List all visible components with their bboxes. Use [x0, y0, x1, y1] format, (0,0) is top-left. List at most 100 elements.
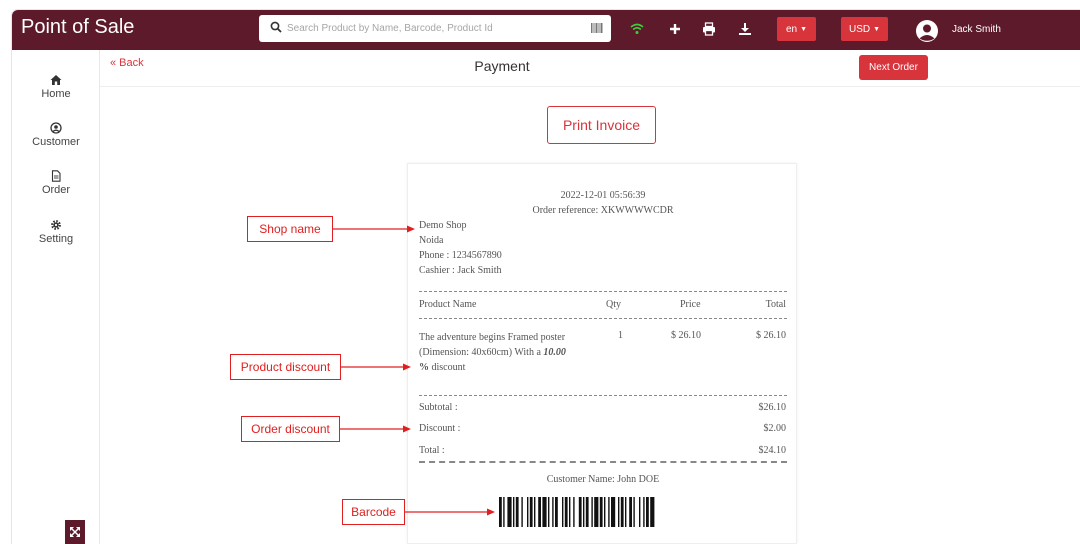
barcode-bar	[604, 497, 606, 527]
barcode-bar	[620, 497, 624, 527]
app-title: Point of Sale	[21, 16, 135, 38]
barcode-bar	[639, 497, 641, 527]
item-qty: 1	[618, 330, 623, 341]
barcode-bar	[542, 497, 547, 527]
app-window: Point of Sale Search Product by Name, Ba…	[12, 10, 1080, 544]
item-discount-suffix: discount	[429, 362, 466, 373]
discount-label: Discount :	[419, 423, 461, 434]
barcode-bar	[599, 497, 603, 527]
col-price: Price	[680, 299, 701, 310]
wifi-icon[interactable]	[630, 22, 644, 36]
barcode-bar	[548, 497, 550, 527]
subtotal-value: $26.10	[758, 402, 787, 413]
currency-select[interactable]: USD ▼	[841, 17, 888, 41]
total-label: Total :	[419, 445, 445, 456]
chevron-down-icon: ▼	[800, 25, 808, 33]
receipt-divider	[419, 291, 787, 292]
top-bar: Point of Sale Search Product by Name, Ba…	[12, 10, 1080, 50]
sidebar-item-order[interactable]: Order	[12, 170, 100, 196]
barcode-bar	[562, 497, 564, 527]
sidebar-item-home[interactable]: Home	[12, 74, 100, 100]
barcode-bar	[618, 497, 620, 527]
user-icon	[50, 122, 62, 134]
shop-city: Noida	[419, 235, 444, 246]
sidebar-item-setting[interactable]: Setting	[12, 219, 100, 245]
receipt-divider	[419, 395, 787, 396]
barcode-bar	[564, 497, 568, 527]
sidebar-item-customer[interactable]: Customer	[12, 122, 100, 148]
barcode-bar	[646, 497, 649, 527]
print-icon[interactable]	[702, 22, 716, 36]
search-input[interactable]	[287, 18, 587, 38]
barcode-bar	[555, 497, 558, 527]
barcode-bar	[529, 497, 533, 527]
barcode-bar	[569, 497, 571, 527]
barcode-bar	[538, 497, 541, 527]
chevron-down-icon: ▼	[873, 25, 881, 33]
page-title: Payment	[474, 58, 530, 74]
avatar[interactable]	[915, 19, 939, 43]
item-name-line1: The adventure begins Framed poster	[419, 332, 566, 343]
search-box[interactable]	[259, 15, 611, 42]
search-icon	[270, 21, 282, 33]
receipt-divider	[419, 318, 787, 319]
barcode-bar	[503, 497, 505, 527]
col-qty: Qty	[606, 299, 621, 310]
discount-value: $2.00	[763, 423, 787, 434]
shop-phone: Phone : 1234567890	[419, 250, 502, 261]
annotation-shop-name: Shop name	[247, 216, 333, 242]
receipt-divider	[419, 461, 787, 463]
sidebar-item-label: Customer	[32, 136, 80, 148]
customer-name: Customer Name: John DOE	[546, 474, 660, 485]
download-icon[interactable]	[738, 22, 752, 36]
barcode-scan-icon[interactable]	[591, 23, 603, 33]
barcode-bar	[552, 497, 554, 527]
add-icon[interactable]	[668, 22, 682, 36]
barcode-bar	[578, 497, 582, 527]
language-label: en	[785, 23, 798, 35]
barcode-bar	[583, 497, 585, 527]
fullscreen-button[interactable]	[65, 520, 85, 544]
barcode-bar	[594, 497, 599, 527]
document-icon	[51, 170, 61, 182]
user-name[interactable]: Jack Smith	[952, 24, 1001, 35]
barcode-bar	[591, 497, 593, 527]
sidebar-item-label: Setting	[38, 233, 74, 245]
barcode-bar	[515, 497, 519, 527]
item-discount-value: 10.00	[543, 347, 566, 358]
item-discount-pct: %	[419, 362, 429, 373]
barcode-bar	[585, 497, 589, 527]
barcode-bar	[611, 497, 616, 527]
table-row: The adventure begins Framed poster (Dime…	[419, 330, 594, 375]
item-total: $ 26.10	[756, 330, 786, 341]
sidebar-item-label: Home	[41, 88, 71, 100]
annotation-barcode: Barcode	[342, 499, 405, 525]
annotation-order-discount: Order discount	[241, 416, 340, 442]
receipt: 2022-12-01 05:56:39 Order reference: XKW…	[407, 163, 797, 544]
subtotal-label: Subtotal :	[419, 402, 458, 413]
print-invoice-button[interactable]: Print Invoice	[547, 106, 656, 144]
cashier: Cashier : Jack Smith	[419, 265, 502, 276]
barcode-bar	[521, 497, 523, 527]
expand-icon	[70, 527, 80, 537]
next-order-button[interactable]: Next Order	[859, 55, 928, 80]
gear-icon	[51, 220, 61, 230]
barcode-bar	[643, 497, 645, 527]
barcode-bar	[629, 497, 632, 527]
barcode-bar	[633, 497, 635, 527]
barcode-image	[499, 497, 655, 527]
back-link[interactable]: « Back	[110, 57, 144, 69]
barcode-bar	[625, 497, 627, 527]
sidebar-item-label: Order	[41, 184, 71, 196]
barcode-bar	[507, 497, 512, 527]
barcode-bar	[513, 497, 515, 527]
language-select[interactable]: en ▼	[777, 17, 816, 41]
item-name-line2: (Dimension: 40x60cm) With a	[419, 347, 544, 358]
currency-label: USD	[848, 23, 871, 35]
col-product-name: Product Name	[419, 299, 477, 310]
total-value: $24.10	[758, 445, 787, 456]
shop-name: Demo Shop	[419, 220, 467, 231]
header-divider	[100, 86, 1080, 87]
barcode-bar	[573, 497, 575, 527]
receipt-datetime: 2022-12-01 05:56:39	[560, 190, 646, 201]
